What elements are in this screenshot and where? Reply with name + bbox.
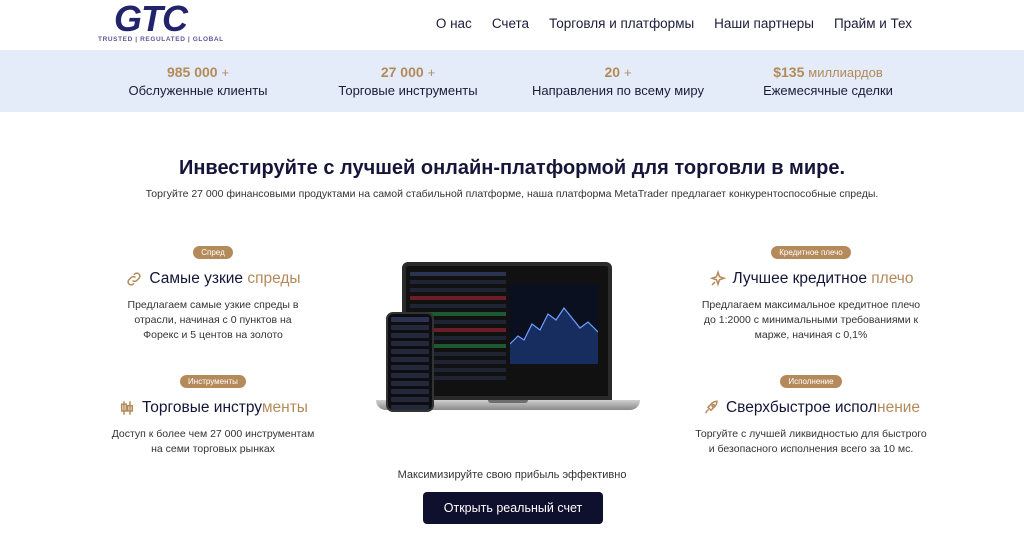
stat-label: Ежемесячные сделки bbox=[763, 83, 893, 98]
open-real-account-button[interactable]: Открыть реальный счет bbox=[423, 492, 603, 524]
stat-clients: 985 000 + Обслуженные клиенты bbox=[88, 64, 308, 98]
price-chart-graphic bbox=[509, 284, 599, 364]
site-header: GTC TRUSTED | REGULATED | GLOBAL О нас С… bbox=[0, 0, 1024, 50]
sparkle-icon bbox=[709, 270, 726, 287]
phone-trading-screen-image bbox=[386, 312, 434, 412]
stat-monthly-trades: $135 миллиардов Ежемесячные сделки bbox=[718, 64, 938, 98]
logo-tagline: TRUSTED | REGULATED | GLOBAL bbox=[98, 36, 224, 43]
nav-about[interactable]: О нас bbox=[436, 16, 472, 31]
link-icon bbox=[127, 272, 142, 286]
feature-title: Торговые инструменты bbox=[93, 399, 333, 417]
page-subheadline: Торгуйте 27 000 финансовыми продуктами н… bbox=[145, 188, 879, 200]
laptop-notch bbox=[488, 400, 528, 403]
stat-value: 20 + bbox=[604, 64, 632, 80]
logo-text: GTC bbox=[114, 0, 188, 39]
feature-leverage: Кредитное плечо Лучшее кредитное плечо П… bbox=[691, 242, 931, 343]
feature-spread: Спред Самые узкие спреды Предлагаем самы… bbox=[93, 242, 333, 343]
feature-title: Сверхбыстрое исполнение bbox=[691, 399, 931, 417]
nav-prime-tech[interactable]: Прайм и Тех bbox=[834, 16, 912, 31]
page-headline: Инвестируйте с лучшей онлайн-платформой … bbox=[178, 157, 846, 179]
feature-instruments: Инструменты Торговые инструменты Доступ … bbox=[93, 371, 333, 457]
feature-badge: Инструменты bbox=[180, 375, 246, 388]
candlestick-icon bbox=[121, 401, 134, 415]
stat-label: Обслуженные клиенты bbox=[128, 83, 268, 98]
chart-line-graphic bbox=[509, 306, 599, 364]
nav-trading-platforms[interactable]: Торговля и платформы bbox=[549, 16, 694, 31]
feature-badge: Кредитное плечо bbox=[771, 246, 851, 259]
feature-badge: Исполнение bbox=[780, 375, 842, 388]
feature-description: Доступ к более чем 27 000 инструментам н… bbox=[111, 428, 315, 455]
gtc-logo[interactable]: GTC TRUSTED | REGULATED | GLOBAL bbox=[96, 0, 223, 46]
stat-destinations: 20 + Направления по всему миру bbox=[508, 64, 728, 98]
stat-label: Торговые инструменты bbox=[338, 83, 478, 98]
stat-value: $135 миллиардов bbox=[773, 64, 883, 80]
stat-label: Направления по всему миру bbox=[532, 83, 704, 98]
feature-badge: Спред bbox=[193, 246, 233, 259]
stat-value: 27 000 + bbox=[380, 64, 436, 80]
feature-title: Самые узкие спреды bbox=[93, 270, 333, 288]
stats-band: 985 000 + Обслуженные клиенты 27 000 + Т… bbox=[0, 50, 1024, 112]
feature-title: Лучшее кредитное плечо bbox=[691, 270, 931, 288]
stat-value: 985 000 + bbox=[166, 64, 230, 80]
feature-description: Торгуйте с лучшей ликвидностью для быстр… bbox=[695, 428, 927, 455]
nav-partners[interactable]: Наши партнеры bbox=[714, 16, 814, 31]
nav-accounts[interactable]: Счета bbox=[492, 16, 529, 31]
feature-description: Предлагаем максимальное кредитное плечо … bbox=[701, 299, 921, 341]
rocket-icon bbox=[704, 400, 718, 414]
feature-description: Предлагаем самые узкие спреды в отрасли,… bbox=[127, 299, 299, 341]
main-nav: О нас Счета Торговля и платформы Наши па… bbox=[436, 16, 912, 31]
cta-caption: Максимизируйте свою прибыль эффективно bbox=[397, 469, 627, 481]
feature-execution: Исполнение Сверхбыстрое исполнение Торгу… bbox=[691, 371, 931, 457]
stat-instruments: 27 000 + Торговые инструменты bbox=[298, 64, 518, 98]
